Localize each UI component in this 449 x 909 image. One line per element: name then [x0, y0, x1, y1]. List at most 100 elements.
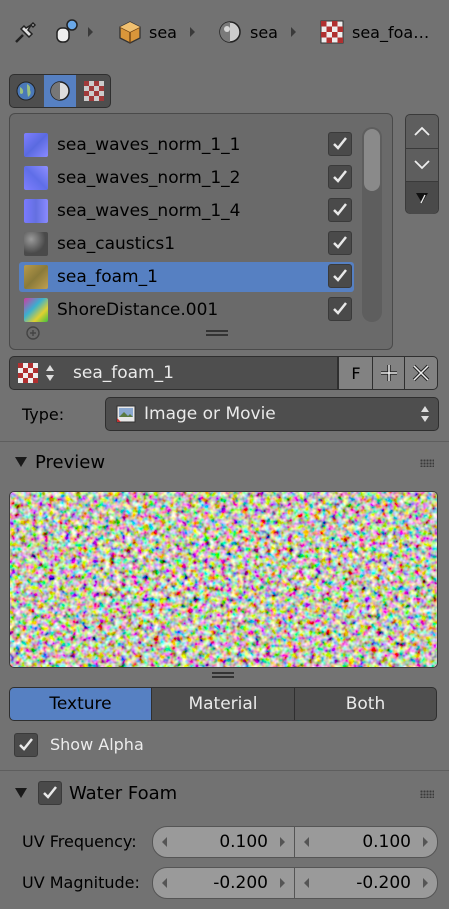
divider	[0, 770, 449, 771]
list-scrollbar[interactable]	[362, 127, 382, 322]
move-slot-up-button[interactable]	[406, 115, 438, 147]
plus-icon	[381, 365, 397, 381]
checkmark-icon	[333, 203, 347, 216]
uv-magnitude-u-field[interactable]: -0.200	[152, 867, 295, 899]
triangle-up-icon	[414, 126, 430, 136]
scene-data-icon	[52, 18, 78, 50]
checker-texture-icon	[84, 81, 104, 101]
move-slot-down-button[interactable]	[406, 148, 438, 181]
checker-texture-icon	[320, 20, 344, 48]
slot-enabled-checkbox[interactable]	[328, 264, 352, 288]
world-icon	[16, 81, 36, 101]
list-scrollbar-thumb[interactable]	[364, 129, 380, 191]
texture-name-text: sea_foam_1	[73, 363, 174, 383]
breadcrumb-material-label[interactable]: sea	[250, 23, 278, 42]
uv-magnitude-v-field[interactable]: -0.200	[294, 867, 438, 899]
up-down-arrows-icon	[421, 406, 429, 422]
decrement-arrow-icon[interactable]	[162, 878, 167, 888]
uv-magnitude-label: UV Magnitude:	[22, 873, 140, 892]
up-down-arrows-icon	[46, 365, 54, 381]
water-foam-panel-title[interactable]: Water Foam	[69, 783, 177, 804]
normal-map-thumbnail	[24, 133, 48, 157]
decrement-arrow-icon[interactable]	[304, 837, 309, 847]
panel-drag-grip-icon[interactable]	[420, 459, 434, 467]
increment-arrow-icon[interactable]	[423, 878, 428, 888]
list-item[interactable]: ShoreDistance.001	[19, 295, 354, 325]
panel-collapse-icon[interactable]	[15, 788, 27, 798]
breadcrumb-texture-label[interactable]: sea_foa…	[352, 23, 429, 42]
preview-mode-label: Material	[188, 694, 258, 714]
slot-label: sea_waves_norm_1_1	[57, 135, 241, 155]
tab-world-texture[interactable]	[10, 75, 42, 107]
slot-enabled-checkbox[interactable]	[328, 165, 352, 189]
tab-other-texture[interactable]	[78, 75, 110, 107]
pin-icon[interactable]	[12, 20, 38, 50]
preview-mode-texture[interactable]: Texture	[9, 687, 152, 721]
checker-texture-icon	[18, 363, 38, 383]
decrement-arrow-icon[interactable]	[162, 837, 167, 847]
preview-resize-grip[interactable]	[212, 672, 234, 678]
breadcrumb-arrow-icon	[291, 27, 296, 37]
fake-user-label: F	[351, 363, 361, 383]
water-foam-enable-checkbox[interactable]	[38, 781, 62, 805]
menu-down-arrow-icon	[416, 193, 428, 204]
preview-mode-selector: Texture Material Both	[9, 687, 437, 721]
show-alpha-toggle[interactable]: Show Alpha	[14, 732, 174, 758]
divider	[0, 441, 449, 442]
slot-enabled-checkbox[interactable]	[328, 132, 352, 156]
breadcrumb-object-label[interactable]: sea	[149, 23, 177, 42]
breadcrumb: sea sea sea_foa…	[0, 0, 449, 64]
texture-type-dropdown[interactable]: Image or Movie	[105, 397, 439, 431]
preview-mode-label: Both	[345, 694, 386, 714]
slot-specials-menu-button[interactable]	[406, 181, 438, 214]
list-item[interactable]: sea_waves_norm_1_1	[19, 130, 354, 160]
texture-name-field[interactable]: sea_foam_1	[61, 356, 338, 390]
type-label: Type:	[22, 405, 65, 424]
slot-label: sea_waves_norm_1_2	[57, 168, 241, 188]
checkmark-icon	[333, 302, 347, 315]
show-alpha-label: Show Alpha	[50, 735, 144, 754]
texture-browse-button[interactable]	[9, 356, 63, 390]
preview-mode-both[interactable]: Both	[294, 687, 437, 721]
panel-drag-grip-icon[interactable]	[420, 790, 434, 798]
slot-move-buttons	[405, 114, 439, 214]
checkmark-icon	[333, 236, 347, 249]
foam-thumbnail	[24, 265, 48, 289]
checkmark-icon	[43, 786, 57, 799]
increment-arrow-icon[interactable]	[280, 878, 285, 888]
shore-distance-thumbnail	[24, 298, 48, 322]
breadcrumb-arrow-icon	[190, 27, 195, 37]
slot-enabled-checkbox[interactable]	[328, 297, 352, 321]
uv-frequency-u-value: 0.100	[219, 832, 268, 852]
tab-material-texture[interactable]	[44, 75, 76, 107]
unlink-texture-button[interactable]	[404, 356, 438, 390]
material-sphere-icon	[50, 81, 70, 101]
preview-mode-material[interactable]: Material	[151, 687, 295, 721]
increment-arrow-icon[interactable]	[280, 837, 285, 847]
show-alpha-checkbox[interactable]	[14, 733, 38, 757]
panel-collapse-icon[interactable]	[15, 457, 27, 467]
list-item[interactable]: sea_waves_norm_1_4	[19, 196, 354, 226]
texture-context-tabs	[9, 74, 111, 108]
slot-label: sea_foam_1	[57, 267, 158, 287]
list-item[interactable]: sea_caustics1	[19, 229, 354, 259]
preview-mode-label: Texture	[49, 694, 112, 714]
list-resize-grip[interactable]	[206, 330, 228, 336]
slot-enabled-checkbox[interactable]	[328, 231, 352, 255]
slot-enabled-checkbox[interactable]	[328, 198, 352, 222]
list-item[interactable]: sea_foam_1	[19, 262, 354, 292]
decrement-arrow-icon[interactable]	[304, 878, 309, 888]
list-item[interactable]: sea_waves_norm_1_2	[19, 163, 354, 193]
increment-arrow-icon[interactable]	[423, 837, 428, 847]
new-texture-button[interactable]	[372, 356, 406, 390]
uv-frequency-u-field[interactable]: 0.100	[152, 826, 295, 858]
caustics-thumbnail	[24, 232, 48, 256]
list-add-icon[interactable]	[26, 325, 40, 344]
preview-panel-title[interactable]: Preview	[35, 452, 105, 473]
texture-datablock-row: sea_foam_1 F	[9, 356, 438, 390]
uv-frequency-v-value: 0.100	[362, 832, 411, 852]
uv-magnitude-u-value: -0.200	[213, 873, 268, 893]
close-icon	[412, 364, 430, 382]
uv-frequency-v-field[interactable]: 0.100	[294, 826, 438, 858]
fake-user-button[interactable]: F	[338, 356, 374, 390]
